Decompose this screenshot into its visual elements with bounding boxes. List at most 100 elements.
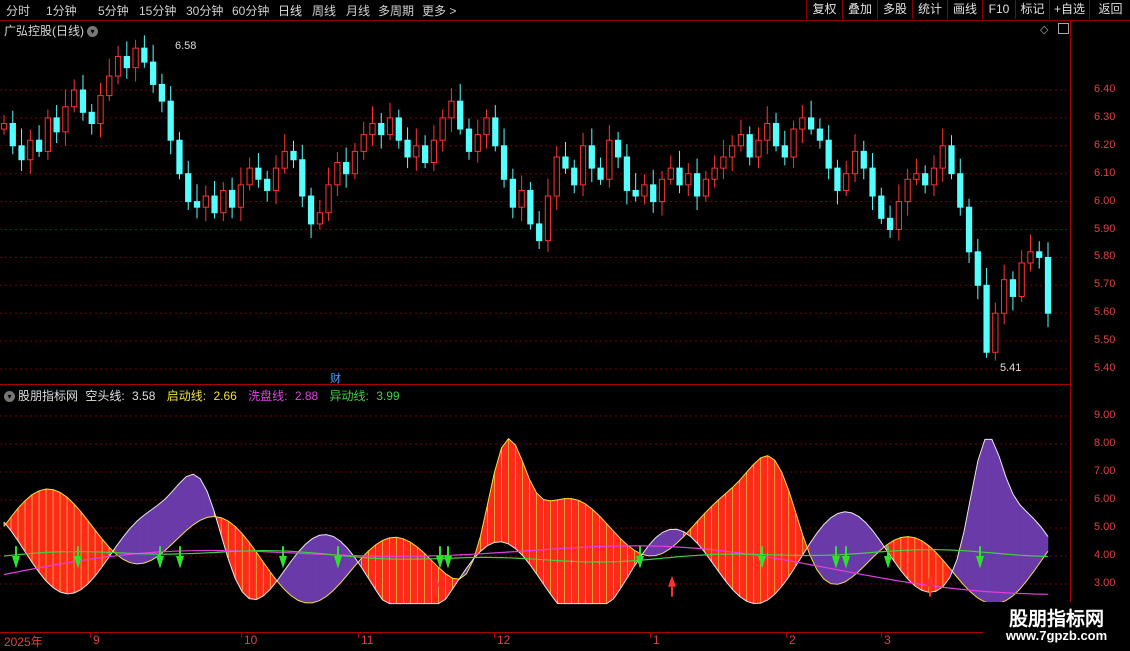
bull-band-segment: [606, 522, 614, 605]
candle-body: [790, 128, 797, 158]
tool-tongji-button[interactable]: 统计: [912, 0, 947, 19]
candle-body: [1044, 256, 1052, 314]
candle-body: [571, 167, 578, 186]
candle-body: [904, 178, 911, 203]
price-tick-label: 6.30: [1094, 110, 1116, 123]
candle-body: [632, 189, 639, 197]
bull-band-segment: [515, 444, 523, 557]
period-1min[interactable]: 1分钟: [46, 2, 77, 19]
period-fenshi[interactable]: 分时: [6, 2, 30, 19]
period-5min[interactable]: 5分钟: [98, 2, 129, 19]
candle-body: [807, 117, 815, 130]
bear-band-segment: [963, 496, 972, 593]
candle-body: [132, 47, 139, 69]
candle-body: [220, 189, 227, 214]
bull-band-segment: [382, 537, 390, 605]
tool-huaxian-button[interactable]: 画线: [947, 0, 982, 19]
candle-body: [79, 89, 87, 113]
bull-band-segment: [17, 500, 26, 553]
bull-band-segment: [550, 499, 558, 605]
bear-band-segment: [136, 514, 145, 565]
bear-band-segment: [1019, 504, 1028, 590]
period-monthly[interactable]: 月线: [346, 2, 370, 19]
tool-zixuan-button[interactable]: +自选: [1049, 0, 1089, 19]
candle-body: [544, 195, 552, 242]
bull-band-segment: [746, 463, 754, 604]
candle-body: [53, 117, 60, 133]
tool-fanhui-button[interactable]: 返回: [1089, 0, 1130, 19]
candle-body: [536, 223, 543, 242]
watermark: 股朋指标网 www.7gpzb.com: [983, 602, 1130, 650]
period-weekly[interactable]: 周线: [312, 2, 336, 19]
bull-band-segment: [725, 486, 733, 591]
candle-body: [457, 100, 464, 130]
candle-body: [650, 184, 657, 203]
candle-body: [825, 139, 832, 169]
candle-body: [35, 139, 43, 152]
period-daily[interactable]: 日线: [278, 2, 302, 19]
bull-band-segment: [59, 491, 68, 595]
period-more[interactable]: 更多 >: [422, 2, 456, 19]
candle-body: [158, 83, 166, 102]
bear-band-segment: [1026, 511, 1035, 582]
bull-band-segment: [487, 471, 495, 547]
indicator-tick-label: 7.00: [1094, 465, 1116, 477]
bear-band-segment: [648, 537, 656, 557]
bear-band-segment: [655, 531, 663, 556]
bull-band-segment: [739, 471, 747, 602]
legend-qidong-value: 2.66: [213, 389, 237, 403]
tool-duogu-button[interactable]: 多股: [877, 0, 912, 19]
candle-body: [307, 195, 315, 225]
bull-band-segment: [788, 490, 797, 578]
bull-band-segment: [536, 492, 544, 585]
bear-band-segment: [970, 460, 979, 599]
bull-band-segment: [711, 499, 719, 573]
candle-body: [579, 145, 587, 186]
bear-band-segment: [192, 473, 201, 526]
candle-body: [281, 150, 288, 169]
bear-band-segment: [171, 482, 180, 545]
candle-body: [913, 173, 920, 180]
indicator-options-icon[interactable]: ▾: [4, 391, 15, 403]
finance-event-marker[interactable]: 财: [330, 370, 341, 386]
bear-band-segment: [837, 511, 846, 585]
candle-body: [658, 178, 666, 203]
candle-body: [316, 212, 323, 225]
tool-fuquan-button[interactable]: 复权: [806, 0, 842, 19]
period-15min[interactable]: 15分钟: [139, 2, 176, 19]
candle-body: [685, 173, 692, 186]
candle-body: [746, 134, 753, 158]
candle-body: [676, 167, 683, 186]
candle-body: [781, 145, 788, 158]
bull-band-segment: [697, 512, 705, 553]
bull-band-segment: [255, 551, 264, 600]
candle-body: [97, 95, 104, 124]
bull-band-segment: [760, 455, 768, 604]
candle-body: [895, 201, 902, 231]
date-tick: [90, 633, 91, 638]
date-tick: [881, 633, 882, 638]
bear-band-segment: [305, 538, 313, 604]
indicator-title: ▾ 股朋指标网 空头线: 3.58 启动线: 2.66 洗盘线: 2.88 异动线…: [4, 387, 408, 404]
candle-body: [150, 61, 157, 85]
period-multi[interactable]: 多周期: [378, 2, 414, 19]
legend-xipan-value: 2.88: [294, 389, 319, 403]
price-tick-label: 5.90: [1094, 222, 1116, 235]
candle-body: [439, 117, 446, 141]
period-30min[interactable]: 30分钟: [186, 2, 223, 19]
indicator-tick-label: 8.00: [1094, 437, 1116, 449]
candle-body: [1027, 251, 1034, 264]
indicator-name[interactable]: 股朋指标网: [18, 389, 78, 403]
chart-canvas[interactable]: [0, 20, 1070, 632]
tool-diejia-button[interactable]: 叠加: [842, 0, 877, 19]
indicator-tick-label: 4.00: [1094, 549, 1116, 561]
price-tick-label: 6.20: [1094, 138, 1116, 151]
bear-band-segment: [143, 509, 152, 564]
bull-band-segment: [795, 512, 804, 567]
tool-biaoji-button[interactable]: 标记: [1015, 0, 1049, 19]
bull-band-segment: [613, 530, 621, 600]
tool-f10-button[interactable]: F10: [982, 0, 1015, 19]
bear-band-segment: [122, 527, 131, 564]
candle-body: [1018, 262, 1025, 297]
period-60min[interactable]: 60分钟: [232, 2, 269, 19]
